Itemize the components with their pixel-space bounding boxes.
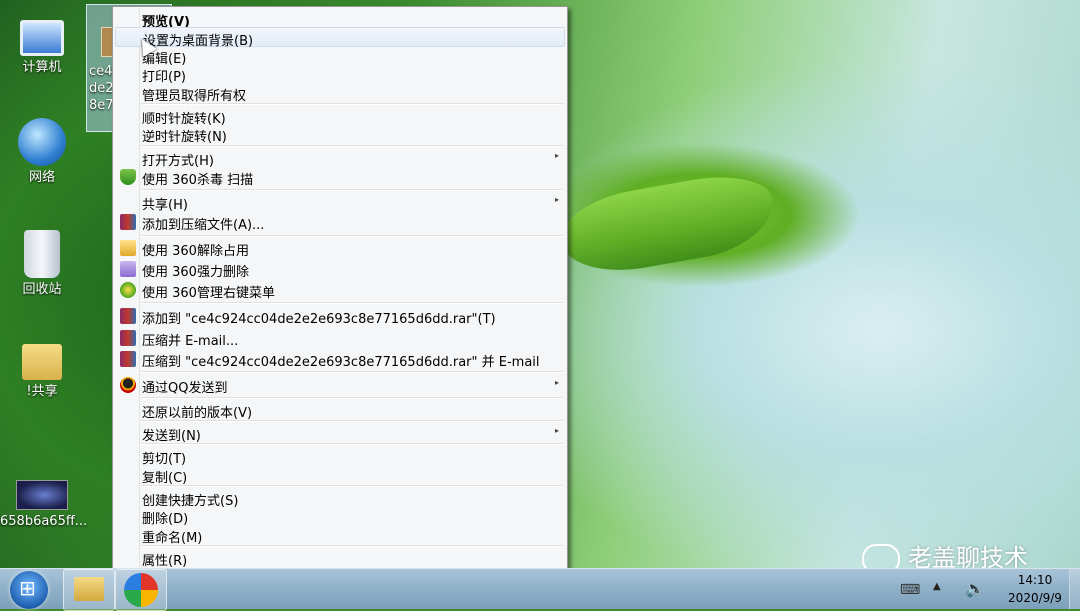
browser-icon [124, 573, 158, 607]
image-file-icon [16, 480, 68, 510]
menu-item-label: 管理员取得所有权 [142, 89, 247, 104]
menu-item-send-via-qq[interactable]: 通过QQ发送到 ▸ [115, 375, 565, 396]
menu-item-label: 重命名(M) [142, 531, 203, 546]
desktop-icon-network[interactable]: 网络 [0, 118, 84, 186]
menu-separator [141, 420, 563, 422]
network-globe-icon [18, 118, 66, 166]
menu-item-label: 添加到压缩文件(A)... [142, 218, 265, 233]
clock-time: 14:10 [1017, 573, 1053, 587]
menu-item-open-with[interactable]: 打开方式(H) ▸ [115, 148, 565, 169]
menu-item-label: 通过QQ发送到 [142, 381, 228, 396]
show-desktop-button[interactable] [1069, 569, 1080, 609]
desktop-icon-label: !共享 [26, 384, 58, 399]
shared-folder-icon [22, 344, 62, 380]
folder-icon [74, 577, 104, 601]
menu-separator [141, 397, 563, 399]
menu-item-rename[interactable]: 重命名(M) [115, 525, 565, 546]
menu-separator [141, 443, 563, 445]
menu-item-360-unlock[interactable]: 使用 360解除占用 [115, 238, 565, 259]
desktop-icon-label: 658b6a65ff... [0, 514, 88, 529]
menu-item-label: 属性(R) [142, 554, 188, 569]
clock-date: 2020/9/9 [1008, 591, 1062, 605]
archive-icon [120, 308, 136, 324]
menu-item-add-to-archive[interactable]: 添加到压缩文件(A)... [115, 212, 565, 233]
menu-item-label: 添加到 "ce4c924cc04de2e2e693c8e77165d6dd.ra… [142, 312, 496, 327]
menu-item-copy[interactable]: 复制(C) [115, 465, 565, 486]
menu-item-set-desktop-background[interactable]: 设置为桌面背景(B) [115, 27, 565, 49]
clock[interactable]: 14:10 2020/9/9 [1000, 571, 1070, 607]
menu-item-cut[interactable]: 剪切(T) [115, 446, 565, 467]
desktop-icon-shared[interactable]: !共享 [0, 336, 84, 400]
menu-item-label: 共享(H) [142, 198, 188, 213]
menu-item-label: 复制(C) [142, 471, 188, 486]
menu-item-add-to-rar[interactable]: 添加到 "ce4c924cc04de2e2e693c8e77165d6dd.ra… [115, 306, 565, 327]
shield-icon [120, 169, 136, 185]
archive-icon [120, 351, 136, 367]
taskbar-browser-button[interactable] [115, 569, 167, 611]
volume-icon[interactable]: 🔈 [965, 579, 985, 598]
recycle-bin-icon [24, 230, 60, 278]
shred-icon [120, 261, 136, 277]
qq-penguin-icon [120, 377, 136, 393]
unlock-icon [120, 240, 136, 256]
menu-separator [141, 371, 563, 373]
menu-item-create-shortcut[interactable]: 创建快捷方式(S) [115, 488, 565, 509]
archive-icon [120, 214, 136, 230]
menu-item-label: 使用 360解除占用 [142, 244, 249, 259]
menu-item-360-manage-menu[interactable]: 使用 360管理右键菜单 [115, 280, 565, 301]
submenu-arrow-icon: ▸ [554, 378, 559, 387]
menu-item-label: 使用 360强力删除 [142, 265, 249, 280]
menu-item-360-scan[interactable]: 使用 360杀毒 扫描 [115, 167, 565, 188]
desktop-icon-label: 网络 [28, 170, 55, 185]
desktop-icon-recycle-bin[interactable]: 回收站 [0, 230, 84, 298]
menu-item-label: 压缩并 E-mail... [142, 334, 239, 349]
menu-item-properties[interactable]: 属性(R) [115, 548, 565, 569]
desktop-icon-label: 回收站 [22, 282, 62, 297]
archive-icon [120, 330, 136, 346]
menu-item-share[interactable]: 共享(H) ▸ [115, 192, 565, 213]
menu-item-delete[interactable]: 删除(D) [115, 506, 565, 527]
taskbar: ⌨ ▲ 🔈 14:10 2020/9/9 [0, 568, 1080, 611]
menu-item-take-ownership[interactable]: 管理员取得所有权 [115, 83, 565, 104]
menu-separator [141, 235, 563, 237]
desktop-icon-label: 计算机 [22, 60, 62, 75]
menu-item-label: 使用 360杀毒 扫描 [142, 173, 254, 188]
menu-item-print[interactable]: 打印(P) [115, 64, 565, 85]
menu-item-label: 压缩到 "ce4c924cc04de2e2e693c8e77165d6dd.ra… [142, 355, 540, 370]
menu-item-compress-email[interactable]: 压缩并 E-mail... [115, 328, 565, 349]
menu-item-send-to[interactable]: 发送到(N) ▸ [115, 423, 565, 444]
menu-item-label: 发送到(N) [142, 429, 201, 444]
menu-item-compress-to-rar-email[interactable]: 压缩到 "ce4c924cc04de2e2e693c8e77165d6dd.ra… [115, 349, 565, 370]
desktop-icon-image-file[interactable]: 658b6a65ff... [0, 470, 88, 530]
menu-item-preview[interactable]: 预览(V) [115, 9, 565, 30]
menu-item-label: 使用 360管理右键菜单 [142, 286, 275, 301]
taskbar-file-explorer-button[interactable] [63, 569, 115, 611]
menu-separator [141, 189, 563, 191]
menu-item-label: 逆时针旋转(N) [142, 130, 227, 145]
keyboard-icon[interactable]: ⌨ [900, 582, 920, 598]
menu-separator [141, 302, 563, 304]
submenu-arrow-icon: ▸ [554, 426, 559, 435]
menu-item-rotate-clockwise[interactable]: 顺时针旋转(K) [115, 106, 565, 127]
system-tray: ⌨ ▲ 🔈 14:10 2020/9/9 [870, 569, 1080, 609]
desktop-icon-computer[interactable]: 计算机 [0, 14, 84, 76]
submenu-arrow-icon: ▸ [554, 151, 559, 160]
menu-item-edit[interactable]: 编辑(E) [115, 46, 565, 67]
computer-icon [20, 20, 64, 56]
plus-icon [120, 282, 136, 298]
menu-separator [141, 145, 563, 147]
menu-item-restore-previous[interactable]: 还原以前的版本(V) [115, 400, 565, 421]
windows-start-orb-icon[interactable] [10, 571, 48, 609]
menu-separator [141, 545, 563, 547]
menu-item-label: 还原以前的版本(V) [142, 406, 253, 421]
context-menu: 预览(V) 设置为桌面背景(B) 编辑(E) 打印(P) 管理员取得所有权 顺时… [112, 6, 568, 569]
menu-item-360-force-delete[interactable]: 使用 360强力删除 [115, 259, 565, 280]
menu-item-rotate-counterclockwise[interactable]: 逆时针旋转(N) [115, 124, 565, 145]
menu-separator [141, 103, 563, 105]
submenu-arrow-icon: ▸ [554, 195, 559, 204]
menu-separator [141, 485, 563, 487]
tray-overflow-icon[interactable]: ▲ [933, 581, 941, 592]
